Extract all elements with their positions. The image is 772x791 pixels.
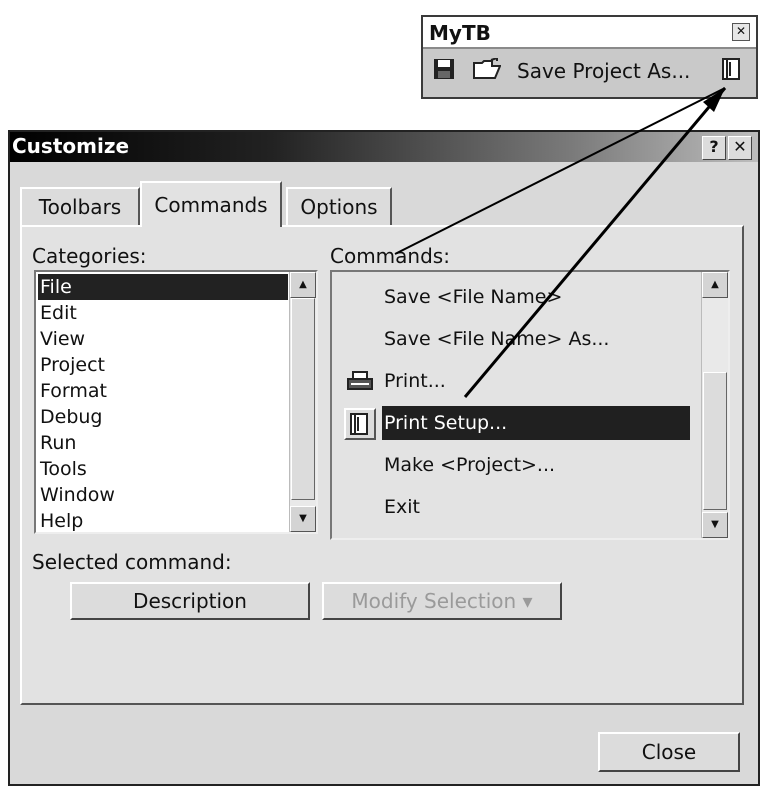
scroll-up-button[interactable]: ▲: [702, 272, 728, 298]
save-toolbar-button[interactable]: [433, 54, 463, 88]
mytb-toolbar: MyTB ✕ Save Project As...: [421, 15, 758, 99]
scroll-thumb[interactable]: [291, 298, 315, 500]
command-item-save[interactable]: Save <File Name>: [338, 278, 694, 318]
print-setup-icon: [344, 408, 376, 440]
command-label: Print...: [384, 370, 446, 392]
categories-scrollbar[interactable]: ▲ ▼: [289, 272, 316, 532]
commands-listbox[interactable]: Save <File Name> Save <File Name> As... …: [330, 270, 730, 540]
commands-label: Commands:: [330, 244, 450, 268]
category-item-debug[interactable]: Debug: [38, 404, 102, 430]
scroll-thumb[interactable]: [703, 372, 727, 510]
dialog-title-bar[interactable]: Customize ? ✕: [10, 132, 758, 162]
tab-toolbars[interactable]: Toolbars: [20, 187, 140, 225]
close-button[interactable]: Close: [598, 732, 740, 772]
categories-label: Categories:: [32, 244, 147, 268]
customize-dialog: Customize ? ✕ Toolbars Commands Options …: [8, 130, 760, 786]
dialog-title: Customize: [12, 134, 130, 158]
print-setup-toolbar-button[interactable]: [721, 54, 751, 88]
commands-scrollbar[interactable]: ▲ ▼: [701, 272, 728, 538]
toolbar-title-bar[interactable]: MyTB ✕: [423, 17, 756, 49]
category-item-view[interactable]: View: [38, 326, 85, 352]
scroll-up-button[interactable]: ▲: [290, 272, 316, 298]
help-button[interactable]: ?: [702, 136, 726, 160]
command-item-exit[interactable]: Exit: [338, 488, 694, 528]
category-item-help[interactable]: Help: [38, 508, 83, 532]
toolbar-close-button[interactable]: ✕: [732, 23, 750, 41]
category-item-window[interactable]: Window: [38, 482, 115, 508]
command-item-print[interactable]: Print...: [338, 362, 694, 402]
scroll-down-button[interactable]: ▼: [702, 512, 728, 538]
tab-options[interactable]: Options: [286, 187, 392, 225]
category-item-edit[interactable]: Edit: [38, 300, 77, 326]
description-button[interactable]: Description: [70, 582, 310, 620]
command-label: Save <File Name>: [384, 286, 563, 308]
save-project-as-toolbar-button[interactable]: Save Project As...: [517, 54, 690, 88]
category-item-run[interactable]: Run: [38, 430, 76, 456]
printer-icon: [344, 366, 376, 398]
modify-selection-button[interactable]: Modify Selection ▾: [322, 582, 562, 620]
category-item-project[interactable]: Project: [38, 352, 105, 378]
dialog-close-button[interactable]: ✕: [728, 136, 752, 160]
open-folder-icon: [473, 57, 502, 84]
category-item-tools[interactable]: Tools: [38, 456, 87, 482]
open-toolbar-button[interactable]: [473, 54, 507, 88]
command-item-make[interactable]: Make <Project>...: [338, 446, 694, 486]
toolbar-title: MyTB: [429, 21, 491, 45]
command-label: Save <File Name> As...: [384, 328, 610, 350]
category-item-file[interactable]: File: [38, 274, 288, 300]
save-project-as-label: Save Project As...: [517, 59, 691, 83]
floppy-disk-icon: [433, 58, 455, 84]
print-setup-icon: [721, 57, 743, 85]
selected-command-label: Selected command:: [32, 550, 232, 574]
command-label: Print Setup...: [384, 412, 508, 434]
categories-listbox[interactable]: File Edit View Project Format Debug Run …: [34, 270, 318, 534]
category-item-format[interactable]: Format: [38, 378, 107, 404]
scroll-down-button[interactable]: ▼: [290, 506, 316, 532]
command-label: Make <Project>...: [384, 454, 556, 476]
tab-commands[interactable]: Commands: [140, 181, 282, 227]
command-item-print-setup[interactable]: Print Setup...: [338, 404, 694, 444]
command-item-save-as[interactable]: Save <File Name> As...: [338, 320, 694, 360]
command-label: Exit: [384, 496, 420, 518]
